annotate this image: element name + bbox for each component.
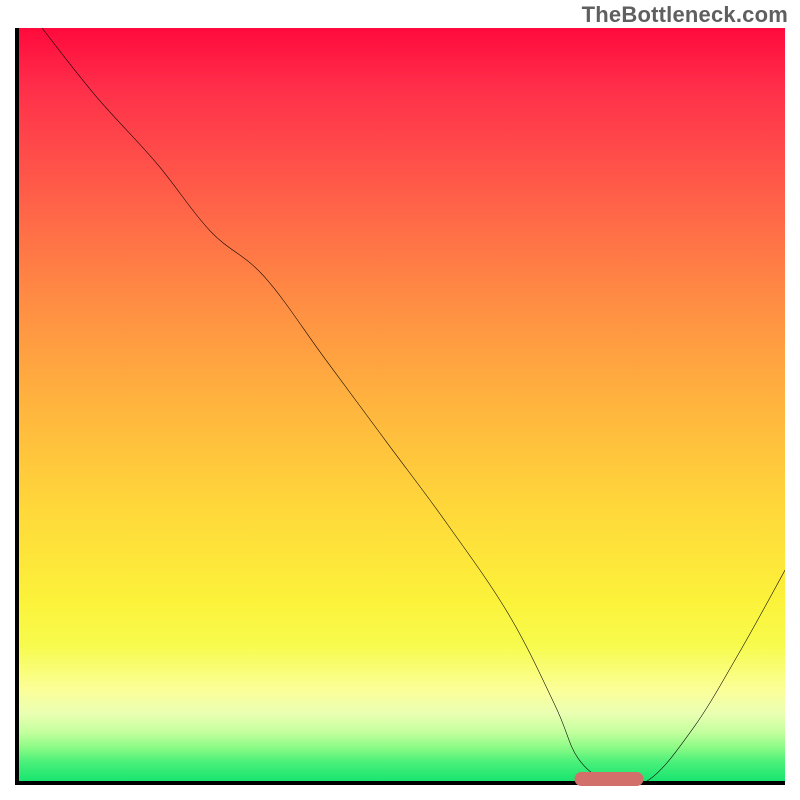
optimal-marker — [574, 772, 643, 786]
plot-frame — [15, 28, 785, 785]
chart-stage: TheBottleneck.com — [0, 0, 800, 800]
watermark-text: TheBottleneck.com — [582, 2, 788, 28]
bottleneck-curve — [19, 28, 785, 781]
